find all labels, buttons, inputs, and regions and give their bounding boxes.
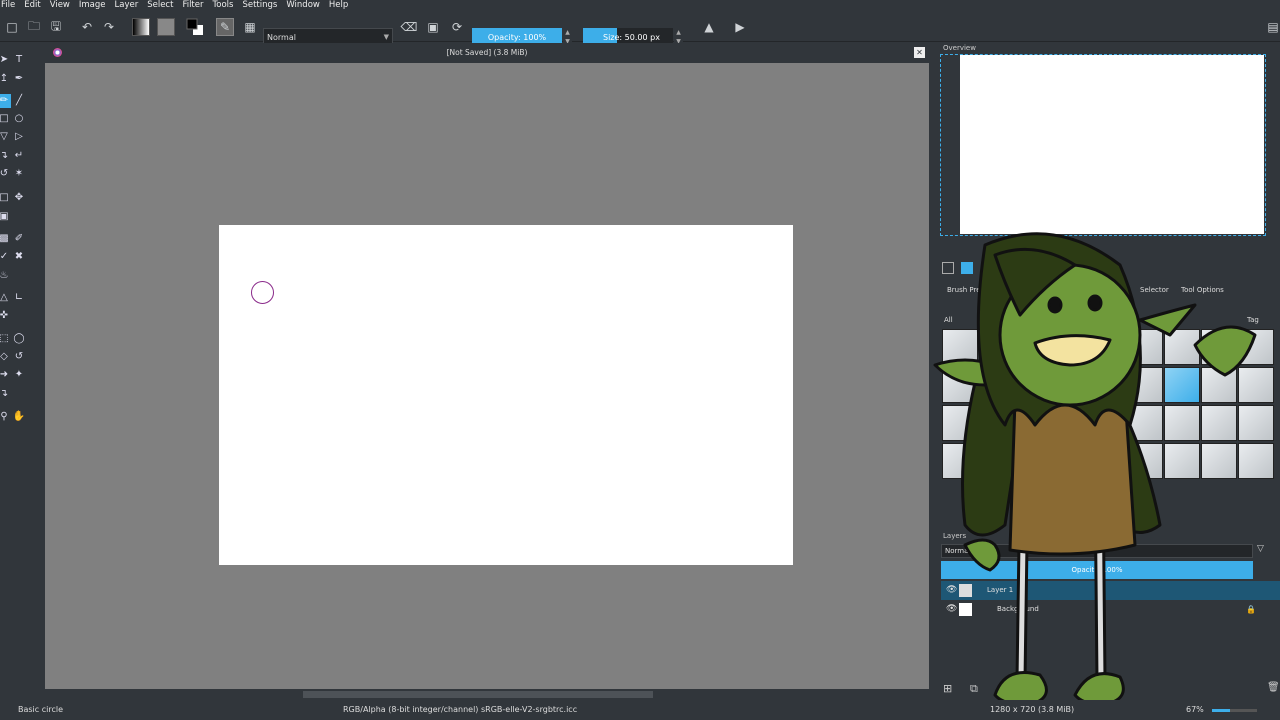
similar-select-icon[interactable]: ✦ <box>12 368 26 382</box>
new-file-icon[interactable]: □ <box>3 18 21 36</box>
gradient-icon[interactable] <box>132 18 150 36</box>
brush-outline-cursor <box>251 281 274 304</box>
menu-file[interactable]: File <box>1 0 15 11</box>
menu-settings[interactable]: Settings <box>242 0 277 11</box>
fill-tool-icon[interactable]: ♨ <box>0 269 11 283</box>
reference-tool-icon[interactable]: ✜ <box>0 309 11 323</box>
pan-tool-icon[interactable]: ✋ <box>12 410 26 424</box>
mirror-horizontal-icon[interactable]: ▲ <box>700 18 718 36</box>
color-picker-icon[interactable]: ✐ <box>12 232 26 246</box>
redo-icon[interactable]: ↷ <box>100 18 118 36</box>
brush-name: Basic circle <box>18 705 63 714</box>
zoom-slider-fill <box>1212 709 1230 712</box>
zoom-slider[interactable] <box>1212 709 1257 712</box>
smart-patch-icon[interactable]: ✖ <box>12 250 26 264</box>
color-profile: RGB/Alpha (8-bit integer/channel) sRGB-e… <box>343 705 578 714</box>
alpha-lock-icon[interactable]: ▣ <box>424 18 442 36</box>
menu-image[interactable]: Image <box>79 0 106 11</box>
ellipse-tool-icon[interactable]: ○ <box>12 112 26 126</box>
bezier-tool-icon[interactable]: ↴ <box>0 149 11 163</box>
polygon-tool-icon[interactable]: ▽ <box>0 130 11 144</box>
freehand-select-icon[interactable]: ↺ <box>12 350 26 364</box>
measure-tool-icon[interactable]: ∟ <box>12 291 26 305</box>
colorize-mask-icon[interactable]: ✓ <box>0 250 11 264</box>
rect-select-icon[interactable]: ⬚ <box>0 332 11 346</box>
menu-layer[interactable]: Layer <box>115 0 139 11</box>
brush-settings-icon[interactable]: ▦ <box>241 18 259 36</box>
menu-edit[interactable]: Edit <box>24 0 40 11</box>
menu-bar: File Edit View Image Layer Select Filter… <box>0 0 1280 11</box>
contiguous-select-icon[interactable]: ➜ <box>0 368 11 382</box>
eraser-icon[interactable]: ⌫ <box>400 18 418 36</box>
calligraphy-icon[interactable]: ✒ <box>12 72 26 86</box>
save-file-icon[interactable]: 🖫 <box>47 18 65 36</box>
rectangle-tool-icon[interactable]: □ <box>0 112 11 126</box>
multibrush-icon[interactable]: ✶ <box>12 167 26 181</box>
toolbox: ➤ T ↥ ✒ ✏ ╱ □ ○ ▽ ▷ ↴ ↵ ↺ ✶ □ ✥ ▣ ▩ ✐ ✓ … <box>0 43 30 720</box>
crop-tool-icon[interactable]: □ <box>0 191 11 205</box>
status-bar: Basic circle RGB/Alpha (8-bit integer/ch… <box>0 700 1280 720</box>
main-toolbar: □ 🗀 🖫 ↶ ↷ ✎ ▦ Normal ▼ ⌫ ▣ ⟳ Opacity: 10… <box>0 11 1280 47</box>
pattern-icon[interactable] <box>157 18 175 36</box>
zoom-tool-icon[interactable]: ⚲ <box>0 410 11 424</box>
menu-select[interactable]: Select <box>147 0 173 11</box>
reload-preset-icon[interactable]: ⟳ <box>448 18 466 36</box>
size-value: 50.00 px <box>624 33 660 42</box>
document-canvas[interactable] <box>219 225 793 565</box>
gradient-tool-icon[interactable]: ▩ <box>0 232 11 246</box>
assistant-tool-icon[interactable]: △ <box>0 291 11 305</box>
polygon-select-icon[interactable]: ◇ <box>0 350 11 364</box>
text-tool-icon[interactable]: T <box>12 53 26 67</box>
document-title: [Not Saved] (3.8 MiB) <box>446 48 528 57</box>
zoom-level: 67% <box>1186 705 1204 714</box>
goblin-character-overlay <box>933 232 1257 706</box>
move-tool-icon[interactable]: ✥ <box>12 191 26 205</box>
blend-mode-value: Normal <box>267 33 296 42</box>
mirror-vertical-icon[interactable]: ▶ <box>731 18 749 36</box>
bezier-select-icon[interactable]: ↴ <box>0 387 11 401</box>
horizontal-scrollbar[interactable] <box>45 689 929 700</box>
size-caption: Size: <box>603 33 623 42</box>
menu-window[interactable]: Window <box>286 0 320 11</box>
krita-window: File Edit View Image Layer Select Filter… <box>0 0 1280 720</box>
krita-logo-icon <box>53 48 62 57</box>
undo-icon[interactable]: ↶ <box>78 18 96 36</box>
scrollbar-thumb[interactable] <box>303 691 653 698</box>
menu-view[interactable]: View <box>50 0 70 11</box>
overview-thumbnail[interactable] <box>960 55 1264 234</box>
menu-tools[interactable]: Tools <box>213 0 234 11</box>
workspace-icon[interactable]: ▤ <box>1264 18 1280 36</box>
edit-shapes-icon[interactable]: ↥ <box>0 72 11 86</box>
freehand-brush-icon[interactable]: ✏ <box>0 94 11 108</box>
overview-title: Overview <box>943 44 976 52</box>
open-file-icon[interactable]: 🗀 <box>25 18 43 36</box>
close-document-icon[interactable]: ✕ <box>914 47 925 58</box>
color-swap-icon[interactable] <box>186 18 204 36</box>
brush-preset-icon[interactable]: ✎ <box>216 18 234 36</box>
transform-tool-icon[interactable]: ▣ <box>0 210 11 224</box>
document-tab[interactable]: [Not Saved] (3.8 MiB) ✕ <box>45 43 929 63</box>
line-tool-icon[interactable]: ╱ <box>12 94 26 108</box>
menu-help[interactable]: Help <box>329 0 348 11</box>
menu-filter[interactable]: Filter <box>182 0 203 11</box>
ellipse-select-icon[interactable]: ◯ <box>12 332 26 346</box>
select-shapes-icon[interactable]: ➤ <box>0 53 11 67</box>
dynamic-brush-icon[interactable]: ↺ <box>0 167 11 181</box>
document-info: 1280 x 720 (3.8 MiB) <box>990 705 1075 714</box>
freehand-path-icon[interactable]: ↵ <box>12 149 26 163</box>
polyline-tool-icon[interactable]: ▷ <box>12 130 26 144</box>
